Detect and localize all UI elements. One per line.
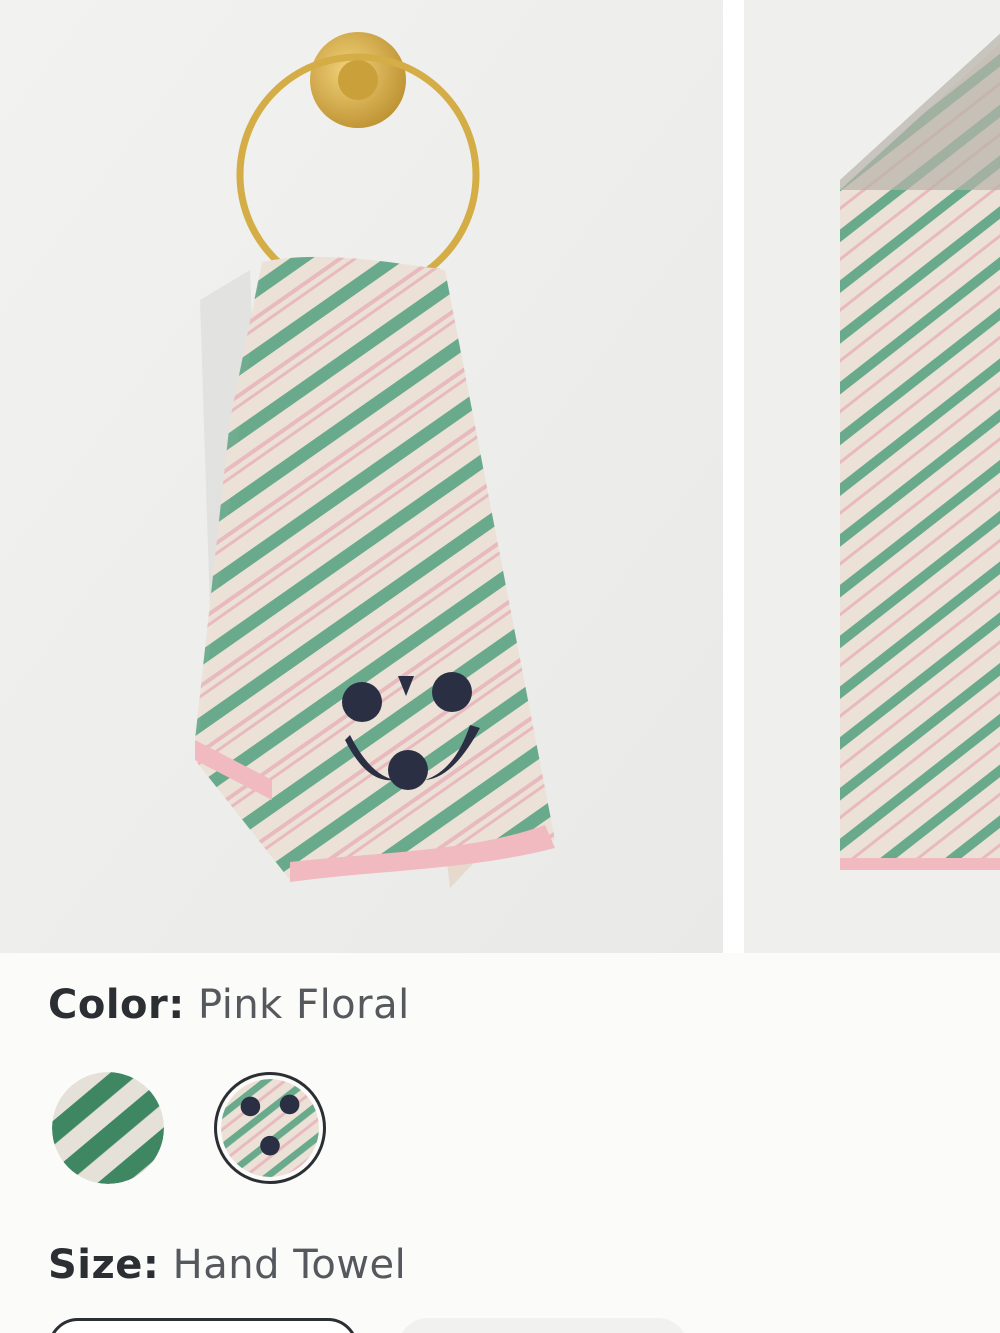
size-label: Size:	[48, 1242, 160, 1288]
swatch-pink-floral[interactable]	[214, 1072, 326, 1184]
product-image-gallery[interactable]	[0, 0, 1000, 953]
swatch-green-stripe[interactable]	[52, 1072, 164, 1184]
towel-ring-mount	[310, 32, 406, 128]
size-selector-label: Size: Hand Towel	[48, 1242, 406, 1288]
product-image-stripes-closeup[interactable]	[744, 0, 1000, 953]
size-option-button-selected[interactable]	[48, 1318, 358, 1333]
product-image-hand-towel[interactable]	[0, 0, 723, 953]
color-label: Color:	[48, 982, 185, 1028]
color-value: Pink Floral	[197, 982, 410, 1028]
color-selector-label: Color: Pink Floral	[48, 982, 410, 1028]
size-option-button[interactable]	[398, 1318, 688, 1333]
size-value: Hand Towel	[172, 1242, 407, 1288]
